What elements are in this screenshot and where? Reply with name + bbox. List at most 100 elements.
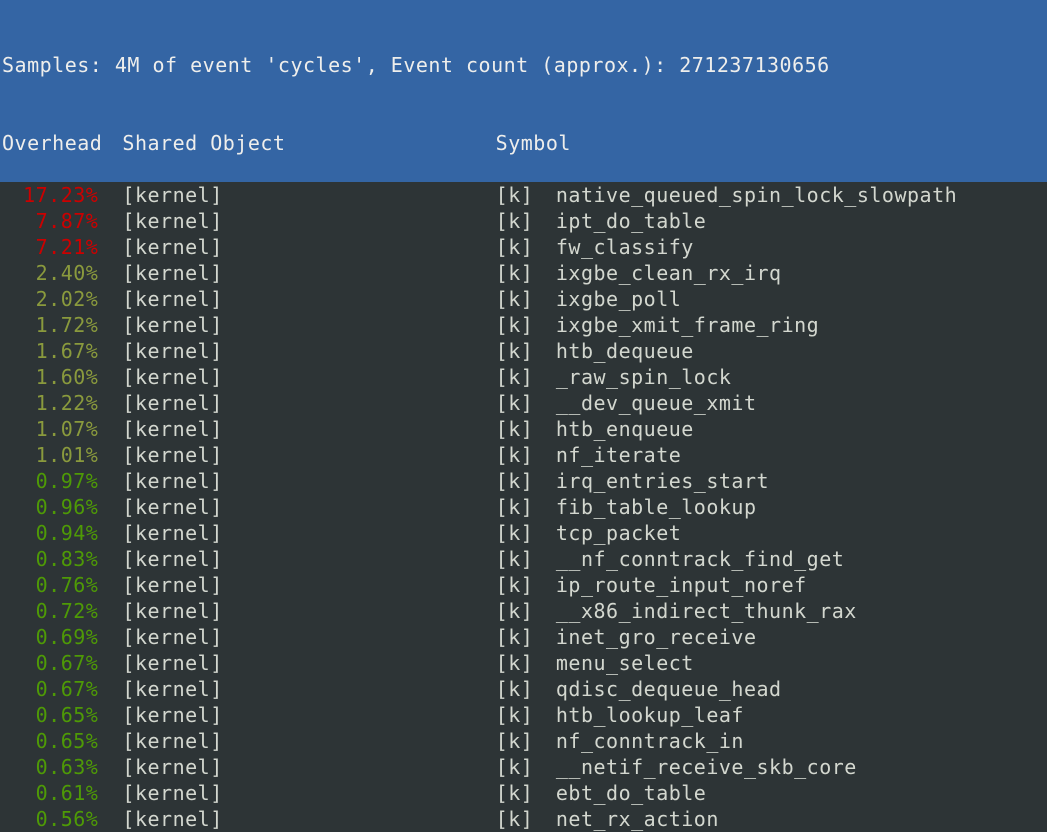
gap bbox=[532, 338, 556, 364]
gap bbox=[532, 234, 556, 260]
shared-object: [kernel] bbox=[98, 728, 495, 754]
overhead-value: 0.97% bbox=[2, 468, 98, 494]
symbol-tag: [k] bbox=[496, 598, 532, 624]
symbol-name: ixgbe_xmit_frame_ring bbox=[556, 312, 819, 338]
perf-row[interactable]: 0.56%[kernel][k] net_rx_action bbox=[2, 806, 1045, 832]
gap bbox=[532, 364, 556, 390]
shared-object: [kernel] bbox=[98, 806, 495, 832]
shared-object: [kernel] bbox=[98, 650, 495, 676]
gap bbox=[532, 416, 556, 442]
shared-object: [kernel] bbox=[98, 598, 495, 624]
perf-row[interactable]: 0.69%[kernel][k] inet_gro_receive bbox=[2, 624, 1045, 650]
symbol-tag: [k] bbox=[496, 624, 532, 650]
gap bbox=[532, 572, 556, 598]
shared-object: [kernel] bbox=[98, 390, 495, 416]
symbol-tag: [k] bbox=[496, 312, 532, 338]
shared-object: [kernel] bbox=[98, 468, 495, 494]
shared-object: [kernel] bbox=[98, 494, 495, 520]
overhead-value: 1.67% bbox=[2, 338, 98, 364]
perf-row[interactable]: 17.23%[kernel][k] native_queued_spin_loc… bbox=[2, 182, 1045, 208]
overhead-value: 0.94% bbox=[2, 520, 98, 546]
shared-object: [kernel] bbox=[98, 234, 495, 260]
perf-row[interactable]: 0.97%[kernel][k] irq_entries_start bbox=[2, 468, 1045, 494]
shared-object: [kernel] bbox=[98, 780, 495, 806]
gap bbox=[532, 546, 556, 572]
perf-row[interactable]: 0.61%[kernel][k] ebt_do_table bbox=[2, 780, 1045, 806]
perf-row[interactable]: 1.67%[kernel][k] htb_dequeue bbox=[2, 338, 1045, 364]
perf-row[interactable]: 0.67%[kernel][k] qdisc_dequeue_head bbox=[2, 676, 1045, 702]
shared-object: [kernel] bbox=[98, 442, 495, 468]
perf-row[interactable]: 1.07%[kernel][k] htb_enqueue bbox=[2, 416, 1045, 442]
perf-row[interactable]: 0.96%[kernel][k] fib_table_lookup bbox=[2, 494, 1045, 520]
symbol-tag: [k] bbox=[496, 208, 532, 234]
symbol-tag: [k] bbox=[496, 806, 532, 832]
symbol-name: _raw_spin_lock bbox=[556, 364, 732, 390]
symbol-tag: [k] bbox=[496, 728, 532, 754]
perf-row[interactable]: 7.21%[kernel][k] fw_classify bbox=[2, 234, 1045, 260]
gap bbox=[532, 650, 556, 676]
symbol-tag: [k] bbox=[496, 702, 532, 728]
symbol-tag: [k] bbox=[496, 338, 532, 364]
gap bbox=[532, 182, 556, 208]
symbol-name: __dev_queue_xmit bbox=[556, 390, 757, 416]
perf-row[interactable]: 7.87%[kernel][k] ipt_do_table bbox=[2, 208, 1045, 234]
shared-object: [kernel] bbox=[98, 546, 495, 572]
symbol-tag: [k] bbox=[496, 390, 532, 416]
symbol-name: __nf_conntrack_find_get bbox=[556, 546, 844, 572]
overhead-value: 1.22% bbox=[2, 390, 98, 416]
symbol-name: nf_conntrack_in bbox=[556, 728, 744, 754]
gap bbox=[532, 520, 556, 546]
symbol-tag: [k] bbox=[496, 572, 532, 598]
symbol-tag: [k] bbox=[496, 520, 532, 546]
gap bbox=[532, 260, 556, 286]
symbol-tag: [k] bbox=[496, 182, 532, 208]
shared-object: [kernel] bbox=[98, 364, 495, 390]
perf-row[interactable]: 0.65%[kernel][k] htb_lookup_leaf bbox=[2, 702, 1045, 728]
symbol-name: __netif_receive_skb_core bbox=[556, 754, 857, 780]
overhead-value: 0.65% bbox=[2, 702, 98, 728]
symbol-tag: [k] bbox=[496, 260, 532, 286]
shared-object: [kernel] bbox=[98, 624, 495, 650]
overhead-value: 1.72% bbox=[2, 312, 98, 338]
shared-object: [kernel] bbox=[98, 260, 495, 286]
overhead-value: 7.87% bbox=[2, 208, 98, 234]
overhead-value: 0.96% bbox=[2, 494, 98, 520]
symbol-name: irq_entries_start bbox=[556, 468, 769, 494]
shared-object: [kernel] bbox=[98, 338, 495, 364]
gap bbox=[532, 442, 556, 468]
perf-row[interactable]: 0.72%[kernel][k] __x86_indirect_thunk_ra… bbox=[2, 598, 1045, 624]
symbol-tag: [k] bbox=[496, 468, 532, 494]
perf-row[interactable]: 0.94%[kernel][k] tcp_packet bbox=[2, 520, 1045, 546]
perf-row[interactable]: 0.63%[kernel][k] __netif_receive_skb_cor… bbox=[2, 754, 1045, 780]
symbol-tag: [k] bbox=[496, 494, 532, 520]
perf-row[interactable]: 2.02%[kernel][k] ixgbe_poll bbox=[2, 286, 1045, 312]
gap bbox=[532, 208, 556, 234]
gap bbox=[532, 312, 556, 338]
symbol-tag: [k] bbox=[496, 780, 532, 806]
overhead-value: 2.40% bbox=[2, 260, 98, 286]
symbol-name: ixgbe_clean_rx_irq bbox=[556, 260, 782, 286]
perf-row[interactable]: 2.40%[kernel][k] ixgbe_clean_rx_irq bbox=[2, 260, 1045, 286]
perf-row[interactable]: 0.76%[kernel][k] ip_route_input_noref bbox=[2, 572, 1045, 598]
symbol-name: __x86_indirect_thunk_rax bbox=[556, 598, 857, 624]
overhead-value: 0.67% bbox=[2, 650, 98, 676]
symbol-name: menu_select bbox=[556, 650, 694, 676]
gap bbox=[532, 494, 556, 520]
perf-row[interactable]: 1.60%[kernel][k] _raw_spin_lock bbox=[2, 364, 1045, 390]
overhead-value: 1.60% bbox=[2, 364, 98, 390]
perf-row[interactable]: 1.01%[kernel][k] nf_iterate bbox=[2, 442, 1045, 468]
perf-report-rows[interactable]: 17.23%[kernel][k] native_queued_spin_loc… bbox=[0, 182, 1047, 832]
symbol-tag: [k] bbox=[496, 442, 532, 468]
symbol-tag: [k] bbox=[496, 416, 532, 442]
perf-row[interactable]: 0.65%[kernel][k] nf_conntrack_in bbox=[2, 728, 1045, 754]
gap bbox=[532, 806, 556, 832]
symbol-name: htb_enqueue bbox=[556, 416, 694, 442]
shared-object: [kernel] bbox=[98, 312, 495, 338]
perf-row[interactable]: 1.22%[kernel][k] __dev_queue_xmit bbox=[2, 390, 1045, 416]
perf-row[interactable]: 1.72%[kernel][k] ixgbe_xmit_frame_ring bbox=[2, 312, 1045, 338]
perf-row[interactable]: 0.83%[kernel][k] __nf_conntrack_find_get bbox=[2, 546, 1045, 572]
perf-row[interactable]: 0.67%[kernel][k] menu_select bbox=[2, 650, 1045, 676]
overhead-value: 0.61% bbox=[2, 780, 98, 806]
symbol-name: inet_gro_receive bbox=[556, 624, 757, 650]
overhead-value: 2.02% bbox=[2, 286, 98, 312]
